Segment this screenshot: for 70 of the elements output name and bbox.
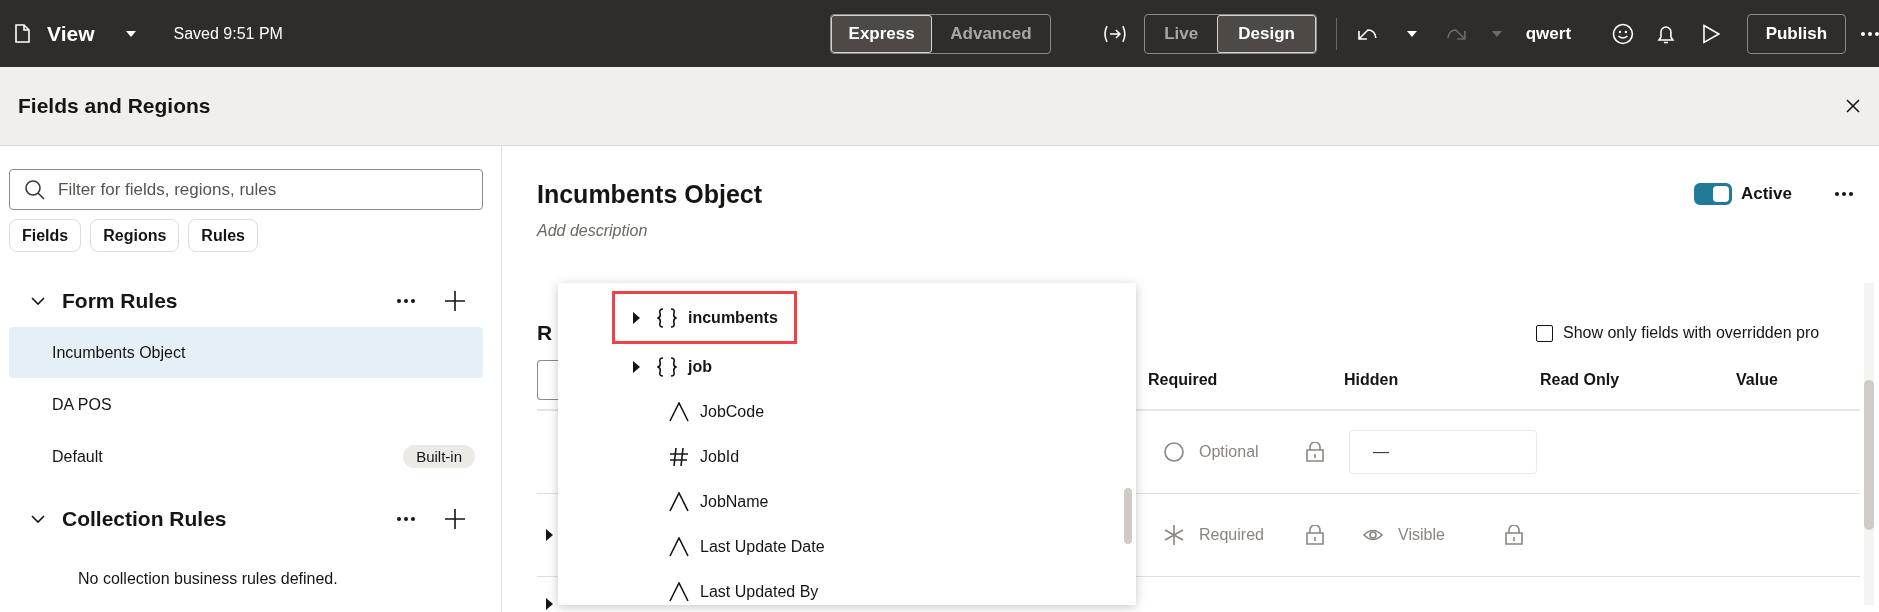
checkbox[interactable]: [1536, 324, 1553, 342]
page-icon: [14, 23, 31, 44]
save-status: Saved 9:51 PM: [173, 24, 283, 43]
hash-icon: [669, 446, 689, 467]
more-icon[interactable]: [397, 298, 415, 304]
play-icon[interactable]: [1701, 23, 1720, 44]
field-item[interactable]: JobCode: [612, 389, 784, 434]
asterisk-icon: [1164, 525, 1184, 545]
text-type-icon: [669, 581, 689, 602]
filter-field[interactable]: Filter for fields, regions, rules: [9, 169, 483, 210]
section-heading: R: [537, 321, 553, 345]
publish-button[interactable]: Publish: [1746, 13, 1846, 54]
column-header: Value: [1736, 371, 1779, 389]
built-in-badge: Built-in: [403, 445, 475, 468]
text-type-icon: [669, 491, 689, 512]
caret-icon[interactable]: [1406, 29, 1418, 38]
search-icon: [24, 179, 45, 200]
filter-chip[interactable]: Regions: [90, 219, 180, 252]
scrollbar[interactable]: [1124, 488, 1132, 544]
mode-tab[interactable]: Advanced: [932, 14, 1050, 53]
field-item[interactable]: JobId: [612, 434, 759, 479]
field-item[interactable]: job: [612, 344, 731, 389]
rule-item[interactable]: DA POS: [9, 379, 483, 430]
empty-message: No collection business rules defined.: [78, 570, 339, 588]
section-title: Collection Rules: [62, 507, 228, 531]
text-type-icon: [669, 536, 689, 557]
panel-title: Fields and Regions: [18, 94, 211, 118]
field-item[interactable]: incumbents: [612, 291, 797, 344]
status-label: Visible: [1398, 526, 1445, 544]
add-icon[interactable]: [445, 291, 465, 311]
filter-chip[interactable]: Fields: [9, 219, 82, 252]
mode-tab[interactable]: Live: [1145, 14, 1217, 53]
text-type-icon: [669, 401, 689, 422]
chevron-icon[interactable]: [31, 296, 45, 306]
caret-icon: [125, 29, 138, 38]
close-icon[interactable]: [1846, 99, 1860, 113]
column-header: Hidden: [1344, 371, 1400, 389]
smiley-icon[interactable]: [1612, 22, 1634, 45]
page-menu[interactable]: View: [47, 21, 138, 46]
more-icon[interactable]: [1835, 191, 1853, 197]
bell-icon[interactable]: [1655, 23, 1676, 44]
field-item[interactable]: Last Updated By: [612, 569, 838, 612]
user-name[interactable]: qwert: [1525, 23, 1572, 44]
braces-icon: [657, 356, 677, 377]
mode-tab[interactable]: Design: [1216, 14, 1317, 53]
rule-item[interactable]: Default Built-in: [9, 431, 483, 482]
status-label: Optional: [1199, 443, 1259, 461]
scrollbar[interactable]: [1864, 283, 1874, 605]
active-switch[interactable]: [1693, 183, 1732, 205]
rule-title: Incumbents Object: [537, 179, 764, 209]
filter-chip[interactable]: Rules: [188, 219, 258, 252]
radio-icon: [1164, 442, 1184, 462]
description-placeholder[interactable]: Add description: [537, 222, 1879, 246]
field-item[interactable]: Last Update Date: [612, 524, 844, 569]
field-item[interactable]: JobName: [612, 479, 788, 524]
more-icon[interactable]: [1861, 30, 1879, 37]
more-icon[interactable]: [397, 516, 415, 522]
section-title: Form Rules: [62, 289, 179, 313]
status-label: Required: [1199, 526, 1264, 544]
data-mapping-icon[interactable]: [1102, 23, 1127, 44]
switch-label: Active: [1740, 184, 1792, 204]
column-header: Required: [1148, 371, 1219, 389]
mode-tab[interactable]: Express: [831, 14, 933, 53]
checkbox-label: Show only fields with overridden pro: [1563, 324, 1820, 342]
chevron-icon[interactable]: [31, 514, 45, 524]
column-header: Read Only: [1540, 371, 1621, 389]
value-field[interactable]: —: [1349, 430, 1537, 474]
braces-icon: [657, 307, 677, 328]
add-icon[interactable]: [445, 509, 465, 529]
rule-item[interactable]: Incumbents Object: [9, 327, 483, 378]
